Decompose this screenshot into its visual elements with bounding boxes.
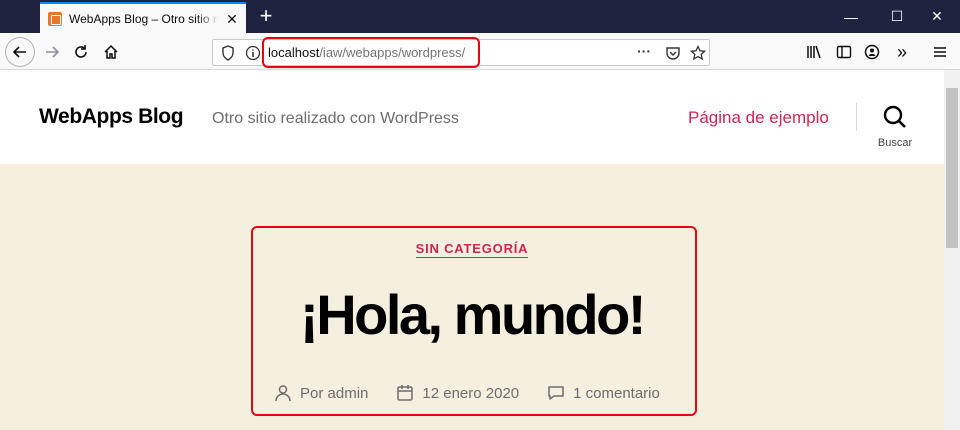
account-icon[interactable] [858, 38, 886, 66]
menu-item-sample-page[interactable]: Página de ejemplo [688, 108, 829, 128]
vertical-scrollbar[interactable] [944, 70, 960, 430]
header-divider [856, 103, 857, 131]
tab-title: WebApps Blog – Otro sitio realizado con … [69, 11, 219, 26]
close-tab-icon[interactable]: ✕ [224, 11, 240, 27]
chevron-double-right-icon[interactable]: » [888, 38, 916, 66]
search-button[interactable]: Buscar [870, 104, 920, 149]
tab-bar: WebApps Blog – Otro sitio realizado con … [0, 0, 960, 33]
search-icon [883, 105, 906, 128]
sidebar-icon[interactable] [830, 38, 858, 66]
more-icon[interactable]: ··· [637, 43, 653, 59]
favicon-icon [48, 11, 62, 26]
shield-icon[interactable] [221, 45, 237, 61]
library-icon[interactable] [800, 38, 828, 66]
forward-arrow-icon[interactable] [38, 38, 66, 66]
reload-icon[interactable] [67, 38, 95, 66]
pocket-icon[interactable] [665, 45, 681, 61]
browser-tab[interactable]: WebApps Blog – Otro sitio realizado con … [40, 2, 246, 33]
info-icon[interactable] [245, 45, 261, 61]
star-icon[interactable] [689, 44, 707, 61]
url-highlight-box [262, 37, 480, 68]
navigation-toolbar: localhost/iaw/webapps/wordpress/ ··· » [0, 33, 960, 70]
hamburger-icon[interactable] [926, 38, 954, 66]
new-tab-button[interactable]: + [256, 5, 276, 27]
home-icon[interactable] [97, 38, 125, 66]
site-title[interactable]: WebApps Blog [39, 105, 184, 129]
close-window-button[interactable]: ✕ [914, 0, 960, 33]
back-arrow-icon[interactable] [5, 37, 35, 67]
site-description: Otro sitio realizado con WordPress [212, 110, 459, 127]
post-header-highlight-box [251, 226, 697, 416]
scrollbar-thumb[interactable] [946, 88, 958, 248]
search-label: Buscar [877, 137, 913, 149]
minimize-button[interactable]: — [828, 0, 874, 33]
site-header: WebApps Blog Otro sitio realizado con Wo… [0, 70, 944, 164]
